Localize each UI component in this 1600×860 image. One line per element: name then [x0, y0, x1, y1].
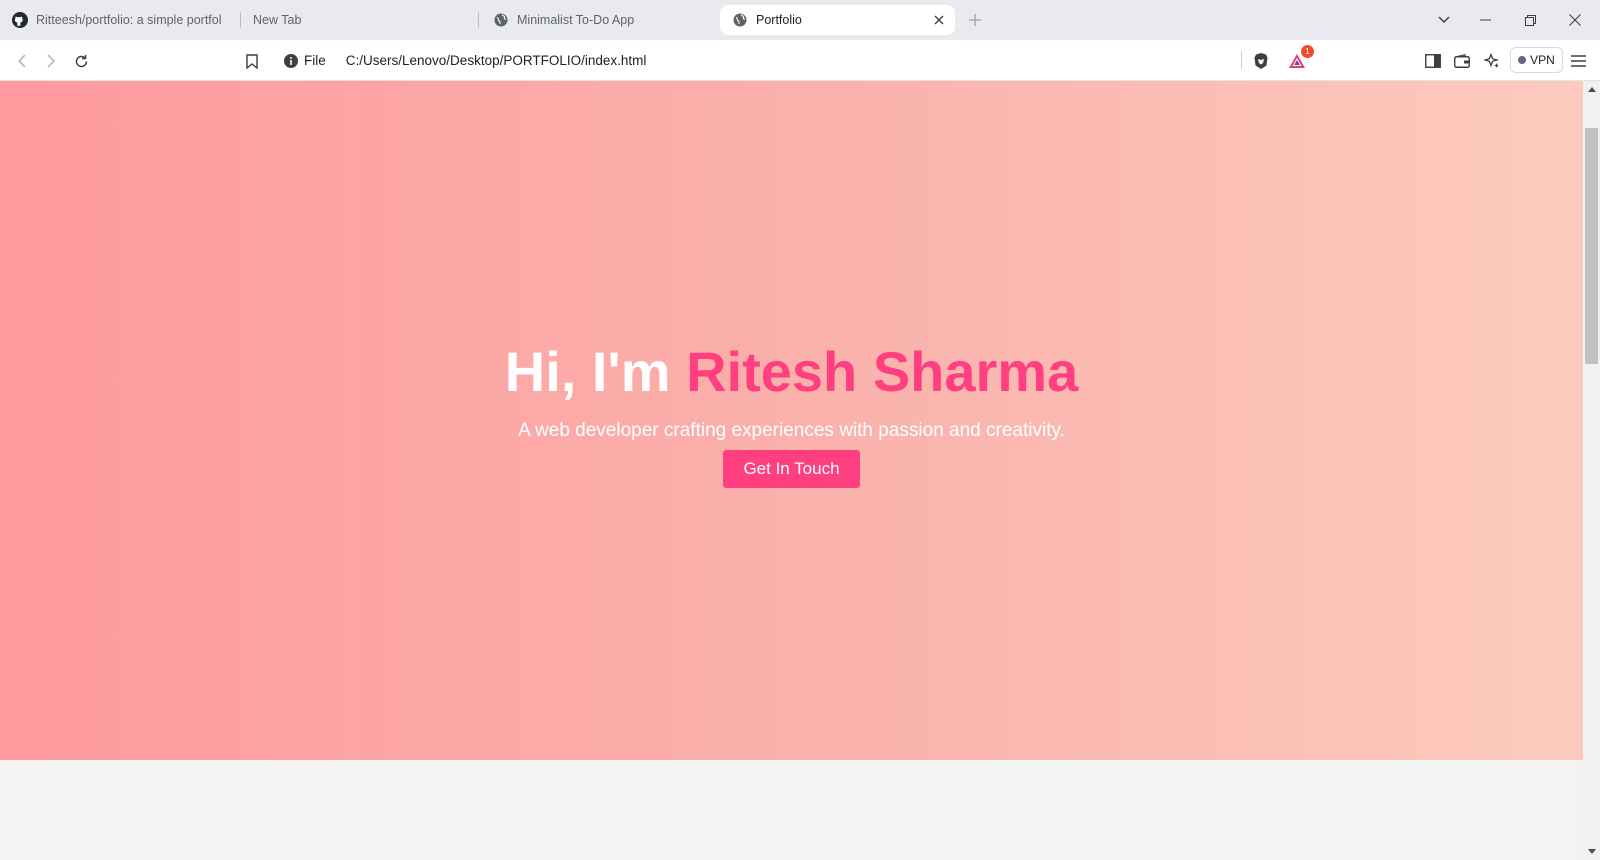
scroll-up-arrow-icon[interactable]	[1587, 85, 1596, 94]
notification-badge: 1	[1301, 45, 1314, 58]
info-icon[interactable]	[284, 53, 298, 68]
browser-toolbar: File C:/Users/Lenovo/Desktop/PORTFOLIO/i…	[0, 40, 1600, 81]
hero-section: Hi, I'm Ritesh Sharma A web developer cr…	[0, 81, 1583, 760]
vpn-button[interactable]: VPN	[1510, 47, 1563, 73]
hero-tagline: A web developer crafting experiences wit…	[518, 419, 1065, 441]
close-window-icon[interactable]	[1565, 10, 1585, 30]
forward-arrow-icon[interactable]	[40, 50, 62, 72]
new-tab-plus-icon[interactable]	[965, 10, 985, 30]
address-scheme-label: File	[304, 53, 326, 68]
restore-icon[interactable]	[1520, 10, 1540, 30]
hero-name: Ritesh Sharma	[686, 339, 1079, 403]
tab-title: Minimalist To-Do App	[517, 13, 635, 27]
sidebar-toggle-icon[interactable]	[1422, 50, 1444, 72]
tab-new-tab[interactable]: New Tab	[253, 5, 453, 35]
bookmark-icon[interactable]	[241, 50, 263, 72]
github-icon	[12, 12, 28, 28]
tab-title: Portfolio	[756, 13, 802, 27]
reload-icon[interactable]	[70, 50, 92, 72]
address-url[interactable]: C:/Users/Lenovo/Desktop/PORTFOLIO/index.…	[346, 53, 647, 68]
page-scrollbar[interactable]	[1583, 81, 1600, 860]
globe-icon	[732, 12, 748, 28]
menu-hamburger-icon[interactable]	[1567, 50, 1589, 72]
tab-separator	[478, 12, 479, 28]
back-arrow-icon[interactable]	[11, 50, 33, 72]
get-in-touch-button[interactable]: Get In Touch	[723, 449, 860, 488]
address-divider	[1241, 51, 1242, 69]
tab-portfolio[interactable]: Portfolio	[720, 5, 955, 35]
vpn-status-dot	[1518, 56, 1527, 64]
hero-greeting: Hi, I'm	[504, 339, 671, 403]
wallet-icon[interactable]	[1451, 50, 1473, 72]
close-tab-icon[interactable]	[931, 12, 947, 28]
tab-title: Ritteesh/portfolio: a simple portfolio	[36, 13, 222, 27]
tab-separator	[240, 12, 241, 28]
hero-title: Hi, I'm Ritesh Sharma	[505, 343, 1079, 400]
brave-rewards-icon[interactable]: 1	[1286, 45, 1314, 72]
leo-ai-icon[interactable]	[1481, 50, 1503, 72]
scrollbar-thumb[interactable]	[1585, 128, 1598, 364]
tab-title: New Tab	[253, 13, 302, 27]
brave-shields-icon[interactable]	[1250, 50, 1272, 72]
tab-strip: Ritteesh/portfolio: a simple portfolio N…	[0, 0, 1600, 40]
page-viewport: Hi, I'm Ritesh Sharma A web developer cr…	[0, 81, 1583, 860]
tab-search-chevron-down-icon[interactable]	[1434, 10, 1454, 30]
address-bar[interactable]: File C:/Users/Lenovo/Desktop/PORTFOLIO/i…	[274, 45, 1324, 76]
minimize-icon[interactable]	[1475, 10, 1495, 30]
vpn-label: VPN	[1530, 53, 1555, 67]
tab-github-portfolio[interactable]: Ritteesh/portfolio: a simple portfolio	[12, 5, 237, 35]
tab-todo-app[interactable]: Minimalist To-Do App	[493, 5, 703, 35]
scroll-down-arrow-icon[interactable]	[1587, 847, 1596, 856]
globe-icon	[493, 12, 509, 28]
